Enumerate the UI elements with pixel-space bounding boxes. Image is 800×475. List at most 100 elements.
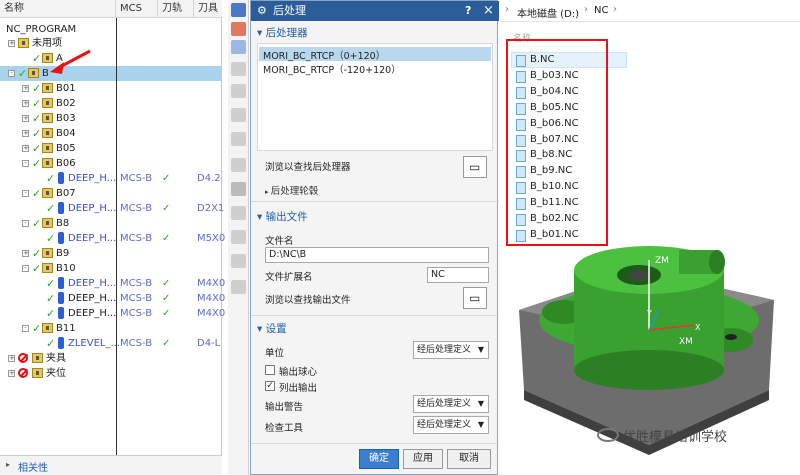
expand-icon[interactable]: + <box>8 355 15 362</box>
dialog-titlebar[interactable]: ⚙ 后处理 ? × <box>251 1 499 21</box>
file-name-input[interactable]: D:\NC\B <box>265 247 489 263</box>
method-icon[interactable] <box>231 84 246 98</box>
tree-row[interactable]: + ✓ B03 <box>0 111 222 126</box>
post-item-1[interactable]: MORI_BC_RTCP（0+120） <box>263 48 385 62</box>
collapse-icon[interactable]: - <box>22 265 29 272</box>
report-icon[interactable] <box>231 254 246 268</box>
list-icon[interactable] <box>231 206 246 220</box>
tree-row[interactable]: + ✓ B02 <box>0 96 222 111</box>
column-toolpath[interactable]: 刀轨 <box>158 0 194 18</box>
collapse-icon[interactable]: - <box>22 190 29 197</box>
tree-row-label: B01 <box>56 83 76 94</box>
no-op-icon <box>18 368 28 378</box>
tree-row[interactable]: + ✓ B05 <box>0 141 222 156</box>
expand-icon[interactable]: + <box>22 100 29 107</box>
tree-row[interactable]: - ✓ B06 <box>0 156 222 171</box>
row-mcs: MCS-B <box>120 308 153 319</box>
collapse-icon[interactable]: - <box>22 325 29 332</box>
collapse-icon: ▾ <box>257 211 266 223</box>
row-tool: D4-L <box>197 338 221 349</box>
section-settings[interactable]: ▾ 设置 <box>257 321 287 337</box>
verify-icon[interactable] <box>231 132 246 146</box>
ok-button[interactable]: 确定 <box>359 449 399 469</box>
program-group-icon <box>42 248 53 258</box>
collapse-icon[interactable]: - <box>22 160 29 167</box>
postprocessor-list[interactable]: MORI_BC_RTCP（0+120） MORI_BC_RTCP（-120+12… <box>257 43 493 151</box>
tree-row[interactable]: ✓ DEEP_H... MCS-B ✓ D4.2 <box>0 171 222 186</box>
column-name[interactable]: 名称 <box>0 0 116 18</box>
tree-row[interactable]: - ✓ B07 <box>0 186 222 201</box>
expand-icon[interactable]: + <box>22 130 29 137</box>
warning-select[interactable]: 经后处理定义 ▼ <box>413 395 489 413</box>
unit-select[interactable]: 经后处理定义 ▼ <box>413 341 489 359</box>
dependencies-panel-bar[interactable]: ▸ 相关性 <box>0 455 222 475</box>
column-mcs[interactable]: MCS <box>116 0 158 18</box>
operation-navigator: 名称 MCS 刀轨 刀具 NC_PROGRAM + 未用项 ✓ A - ✓ B + ✓ B01 + ✓… <box>0 0 225 475</box>
tree-row[interactable]: ✓ DEEP_H... MCS-B ✓ D2X1 <box>0 201 224 216</box>
post-item-2[interactable]: MORI_BC_RTCP（-120+120） <box>263 62 401 76</box>
tree-row[interactable]: ✓ ZLEVEL_... MCS-B ✓ D4-L <box>0 336 222 351</box>
program-group-icon <box>42 158 53 168</box>
tree-row[interactable]: + ✓ B9 <box>0 246 222 261</box>
crumb-drive[interactable]: 本地磁盘 (D:) <box>517 5 579 20</box>
list-output-checkbox[interactable]: ✓ <box>265 381 275 391</box>
tree-row[interactable]: ✓ DEEP_H... MCS-B ✓ M4X0 <box>0 306 225 321</box>
expand-icon[interactable]: + <box>22 145 29 152</box>
help-button[interactable]: ? <box>465 1 471 21</box>
red-highlight-box <box>506 39 608 246</box>
output-icon[interactable] <box>231 230 246 244</box>
expand-icon[interactable]: + <box>8 40 15 47</box>
browse-post-button[interactable]: ▭ <box>463 156 487 178</box>
close-button[interactable]: × <box>483 1 494 21</box>
tree-row[interactable]: ✓ DEEP_H... MCS-B ✓ M4X0 <box>0 276 225 291</box>
cancel-button[interactable]: 取消 <box>447 449 491 469</box>
collapse-icon[interactable]: - <box>8 70 15 77</box>
column-tool[interactable]: 刀具 <box>194 0 222 18</box>
collapse-icon[interactable]: - <box>22 220 29 227</box>
mcs-icon[interactable] <box>231 40 246 54</box>
operation-icon <box>58 337 64 349</box>
tree-root[interactable]: NC_PROGRAM <box>0 22 222 37</box>
browse-output-button[interactable]: ▭ <box>463 287 487 309</box>
operation-icon <box>58 277 64 289</box>
expand-icon[interactable]: + <box>8 370 15 377</box>
expand-icon[interactable]: + <box>22 115 29 122</box>
post-process-icon[interactable] <box>231 3 246 17</box>
tree-row[interactable]: - ✓ B8 <box>0 216 222 231</box>
section-output[interactable]: ▾ 输出文件 <box>257 209 308 225</box>
tree-row[interactable]: + 夹具 <box>0 351 222 366</box>
tree-row[interactable]: - ✓ B10 <box>0 261 222 276</box>
expand-icon[interactable]: + <box>22 85 29 92</box>
tool-icon[interactable] <box>231 22 246 36</box>
browse-post-label: 浏览以查找后处理器 <box>265 162 351 173</box>
axis-zm-label: ZM <box>655 256 669 266</box>
check-tool-select[interactable]: 经后处理定义 ▼ <box>413 416 489 434</box>
file-ext-input[interactable]: NC <box>427 267 489 283</box>
tree-row[interactable]: - ✓ B11 <box>0 321 222 336</box>
refresh-icon[interactable] <box>231 182 246 196</box>
check-tool-value: 经后处理定义 <box>417 420 472 430</box>
tree-row[interactable]: ✓ DEEP_H... MCS-B ✓ M4X0 <box>0 291 225 306</box>
tree-row[interactable]: + 夹位 <box>0 366 222 381</box>
geometry-icon[interactable] <box>231 62 246 76</box>
gear-icon: ⚙ <box>257 4 267 17</box>
tree-row[interactable]: + ✓ B04 <box>0 126 222 141</box>
wechat-icon <box>597 428 619 442</box>
output-center-checkbox[interactable] <box>265 365 275 375</box>
axis-xm-label: XM <box>679 337 693 347</box>
chevron-down-icon: ▼ <box>477 399 484 408</box>
program-icon[interactable] <box>231 108 246 122</box>
tree-row[interactable]: + 未用项 <box>0 36 222 51</box>
crumb-folder[interactable]: NC <box>594 5 608 16</box>
tree-row[interactable]: + ✓ B01 <box>0 81 222 96</box>
tree-row[interactable]: ✓ A <box>0 51 222 66</box>
apply-button[interactable]: 应用 <box>403 449 443 469</box>
simulate-icon[interactable] <box>231 158 246 172</box>
tree-row[interactable]: - ✓ B <box>0 66 222 81</box>
post-wizard-row[interactable]: ▸ 后处理轮毂 <box>265 183 318 197</box>
expand-icon[interactable]: + <box>22 250 29 257</box>
section-postprocessor[interactable]: ▾ 后处理器 <box>257 25 308 41</box>
shop-doc-icon[interactable] <box>231 280 246 294</box>
tree-row[interactable]: ✓ DEEP_H... MCS-B ✓ M5X0 <box>0 231 225 246</box>
root-label: NC_PROGRAM <box>6 24 77 35</box>
